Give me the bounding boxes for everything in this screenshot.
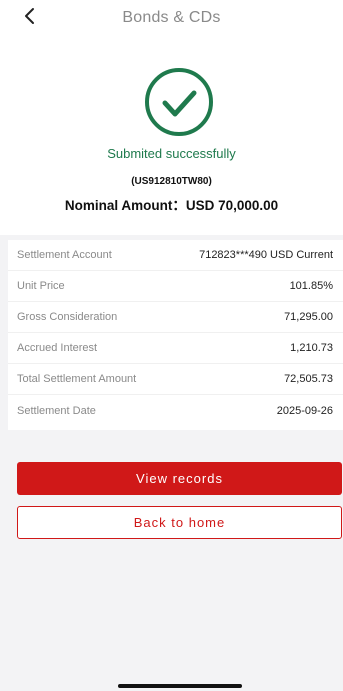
detail-label: Gross Consideration <box>17 311 118 323</box>
detail-value: 2025-09-26 <box>276 404 333 417</box>
detail-value: 101.85% <box>289 280 333 292</box>
detail-row-accrued-interest: Accrued Interest 1,210.73 <box>8 333 343 364</box>
header-bar: Bonds & CDs <box>0 0 343 36</box>
settlement-details: Settlement Account 712823***490 USD Curr… <box>8 240 343 430</box>
detail-row-unit-price: Unit Price 101.85% <box>8 271 343 302</box>
detail-value: 71,295.00 <box>284 311 333 323</box>
detail-label: Total Settlement Amount <box>17 373 137 385</box>
detail-row-settlement-date: Settlement Date 2025-09-26 <box>8 395 343 426</box>
detail-row-gross-consideration: Gross Consideration 71,295.00 <box>8 302 343 333</box>
page-title: Bonds & CDs <box>122 9 221 26</box>
detail-label: Settlement Date <box>17 404 96 417</box>
check-circle-icon <box>143 66 215 138</box>
success-message: Submited successfully <box>107 146 236 161</box>
back-to-home-button[interactable]: Back to home <box>17 506 342 539</box>
detail-row-settlement-account: Settlement Account 712823***490 USD Curr… <box>8 240 343 271</box>
home-indicator[interactable] <box>118 684 242 688</box>
detail-label: Settlement Account <box>17 249 112 261</box>
detail-value: 1,210.73 <box>290 342 333 354</box>
nominal-amount: Nominal Amount：USD 70,000.00 <box>64 198 279 213</box>
detail-row-total-settlement: Total Settlement Amount 72,505.73 <box>8 364 343 395</box>
view-records-button[interactable]: View records <box>17 462 342 495</box>
detail-value: 712823***490 USD Current <box>199 249 333 261</box>
detail-value: 72,505.73 <box>284 373 333 385</box>
detail-label: Accrued Interest <box>17 342 98 354</box>
summary-panel: Bonds & CDs Submited successfully (US912… <box>0 0 343 235</box>
bond-code: (US912810TW80) <box>131 176 212 187</box>
detail-label: Unit Price <box>17 280 65 292</box>
